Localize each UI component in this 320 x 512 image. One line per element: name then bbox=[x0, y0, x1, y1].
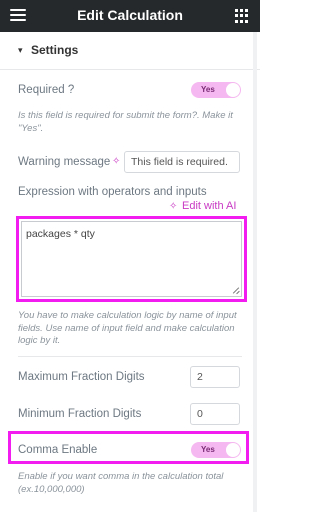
resize-handle-icon[interactable] bbox=[232, 287, 239, 294]
toggle-knob bbox=[226, 83, 240, 97]
min-fraction-label: Minimum Fraction Digits bbox=[18, 408, 142, 420]
required-toggle[interactable]: Yes bbox=[191, 82, 241, 98]
section-title: Settings bbox=[31, 43, 79, 57]
settings-section-header[interactable]: ▾ Settings bbox=[0, 32, 260, 70]
comma-label: Comma Enable bbox=[18, 444, 98, 456]
min-fraction-input[interactable]: 0 bbox=[190, 403, 240, 425]
warning-label: Warning message bbox=[18, 156, 111, 168]
max-fraction-input[interactable]: 2 bbox=[190, 366, 240, 388]
expression-value: packages * qty bbox=[26, 228, 95, 240]
grid-apps-icon[interactable] bbox=[235, 9, 249, 23]
expression-label: Expression with operators and inputs bbox=[18, 186, 207, 198]
sparkle-ai-icon[interactable]: ✧ bbox=[169, 201, 177, 212]
caret-down-icon: ▾ bbox=[18, 45, 23, 55]
warning-message-input[interactable]: This field is required. bbox=[124, 151, 240, 173]
expression-description: You have to make calculation logic by na… bbox=[18, 310, 237, 346]
comma-toggle-label: Yes bbox=[201, 445, 215, 454]
toggle-knob bbox=[226, 443, 240, 457]
divider bbox=[18, 356, 242, 357]
required-description: Is this field is required for submit the… bbox=[18, 110, 233, 134]
comma-toggle[interactable]: Yes bbox=[191, 442, 241, 458]
required-toggle-label: Yes bbox=[201, 85, 215, 94]
edit-with-ai-link[interactable]: Edit with AI bbox=[182, 200, 236, 212]
scrollbar[interactable] bbox=[253, 32, 257, 512]
sparkle-ai-icon[interactable]: ✧ bbox=[112, 156, 120, 167]
max-fraction-label: Maximum Fraction Digits bbox=[18, 371, 145, 383]
panel-title: Edit Calculation bbox=[77, 7, 183, 23]
top-bar: Edit Calculation bbox=[0, 0, 260, 32]
comma-description: Enable if you want comma in the calculat… bbox=[18, 471, 224, 495]
required-label: Required ? bbox=[18, 84, 75, 96]
expression-textarea[interactable]: packages * qty bbox=[21, 221, 242, 297]
